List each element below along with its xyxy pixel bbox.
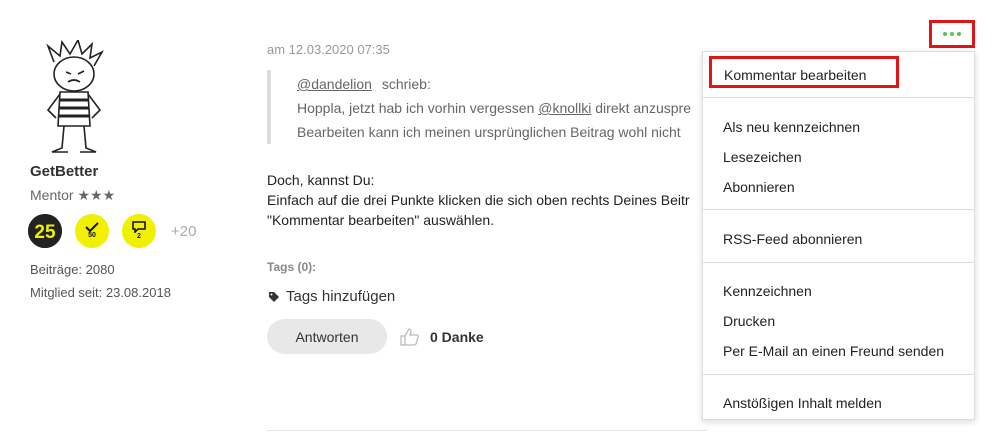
dot-icon bbox=[943, 32, 947, 36]
comment-badge-icon[interactable]: 2 bbox=[122, 214, 156, 248]
dot-icon bbox=[950, 32, 954, 36]
speech-bubble-icon bbox=[132, 221, 146, 233]
quote-header: @dandelion schrieb: bbox=[297, 76, 431, 92]
reply-button[interactable]: Antworten bbox=[267, 319, 387, 354]
thumbs-up-icon[interactable] bbox=[400, 328, 420, 346]
post-date: am 12.03.2020 07:35 bbox=[267, 42, 390, 57]
quote-block: @dandelion schrieb: Hoppla, jetzt hab ic… bbox=[267, 70, 691, 144]
thanks-area: 0 Danke bbox=[400, 328, 484, 346]
quote-text-pre: Hoppla, jetzt hab ich vorhin vergessen bbox=[297, 100, 539, 116]
menu-item-edit-comment[interactable]: Kommentar bearbeiten bbox=[709, 56, 899, 88]
comment-badge-count: 2 bbox=[137, 233, 141, 240]
badge-25-label: 25 bbox=[34, 222, 56, 243]
menu-item-bookmark[interactable]: Lesezeichen bbox=[723, 149, 802, 165]
post-count: Beiträge: 2080 bbox=[30, 262, 115, 277]
tags-label: Tags (0): bbox=[267, 260, 317, 274]
menu-item-rss[interactable]: RSS-Feed abonnieren bbox=[723, 231, 862, 247]
dot-icon bbox=[957, 32, 961, 36]
quote-said: schrieb: bbox=[381, 76, 431, 92]
add-tags-label: Tags hinzufügen bbox=[286, 288, 396, 305]
username[interactable]: GetBetter bbox=[30, 163, 98, 180]
menu-item-report[interactable]: Anstößigen Inhalt melden bbox=[723, 395, 882, 411]
check-badge-icon[interactable]: 50 bbox=[75, 214, 109, 248]
mention-link[interactable]: @knollki bbox=[538, 100, 591, 116]
more-badges-link[interactable]: +20 bbox=[171, 223, 196, 240]
options-menu: Kommentar bearbeiten Als neu kennzeichne… bbox=[702, 51, 975, 420]
badge-25-icon[interactable]: 25 bbox=[28, 214, 62, 248]
tag-icon bbox=[269, 291, 279, 302]
quote-line-2: Hoppla, jetzt hab ich vorhin vergessen @… bbox=[297, 100, 691, 116]
quote-text-post: direkt anzuspre bbox=[591, 100, 691, 116]
menu-separator bbox=[703, 209, 974, 210]
user-rank: Mentor ★★★ bbox=[30, 187, 116, 203]
quote-author-link[interactable]: @dandelion bbox=[297, 76, 372, 92]
post-divider bbox=[267, 430, 707, 431]
menu-item-print[interactable]: Drucken bbox=[723, 313, 775, 329]
check-badge-count: 50 bbox=[88, 232, 96, 239]
menu-item-flag[interactable]: Kennzeichnen bbox=[723, 283, 812, 299]
menu-separator bbox=[703, 374, 974, 375]
member-since: Mitglied seit: 23.08.2018 bbox=[30, 285, 171, 300]
post-body: Doch, kannst Du: Einfach auf die drei Pu… bbox=[267, 170, 707, 230]
menu-item-subscribe[interactable]: Abonnieren bbox=[723, 179, 795, 195]
checkmark-icon bbox=[85, 222, 99, 232]
more-options-button[interactable] bbox=[929, 20, 975, 48]
menu-item-mark-new[interactable]: Als neu kennzeichnen bbox=[723, 119, 860, 135]
thanks-count: 0 Danke bbox=[430, 329, 484, 345]
add-tags-button[interactable]: Tags hinzufügen bbox=[268, 288, 395, 305]
quote-line-3: Bearbeiten kann ich meinen ursprüngliche… bbox=[297, 124, 681, 140]
menu-item-email-friend[interactable]: Per E-Mail an einen Freund senden bbox=[723, 343, 944, 359]
badge-row: 25 50 2 +20 bbox=[28, 212, 196, 250]
body-line: Doch, kannst Du: bbox=[267, 172, 375, 188]
menu-separator bbox=[703, 262, 974, 263]
body-line: "Kommentar bearbeiten" auswählen. bbox=[267, 212, 495, 228]
user-avatar[interactable] bbox=[38, 37, 110, 160]
body-line: Einfach auf die drei Punkte klicken die … bbox=[267, 192, 690, 208]
menu-separator bbox=[703, 97, 974, 98]
